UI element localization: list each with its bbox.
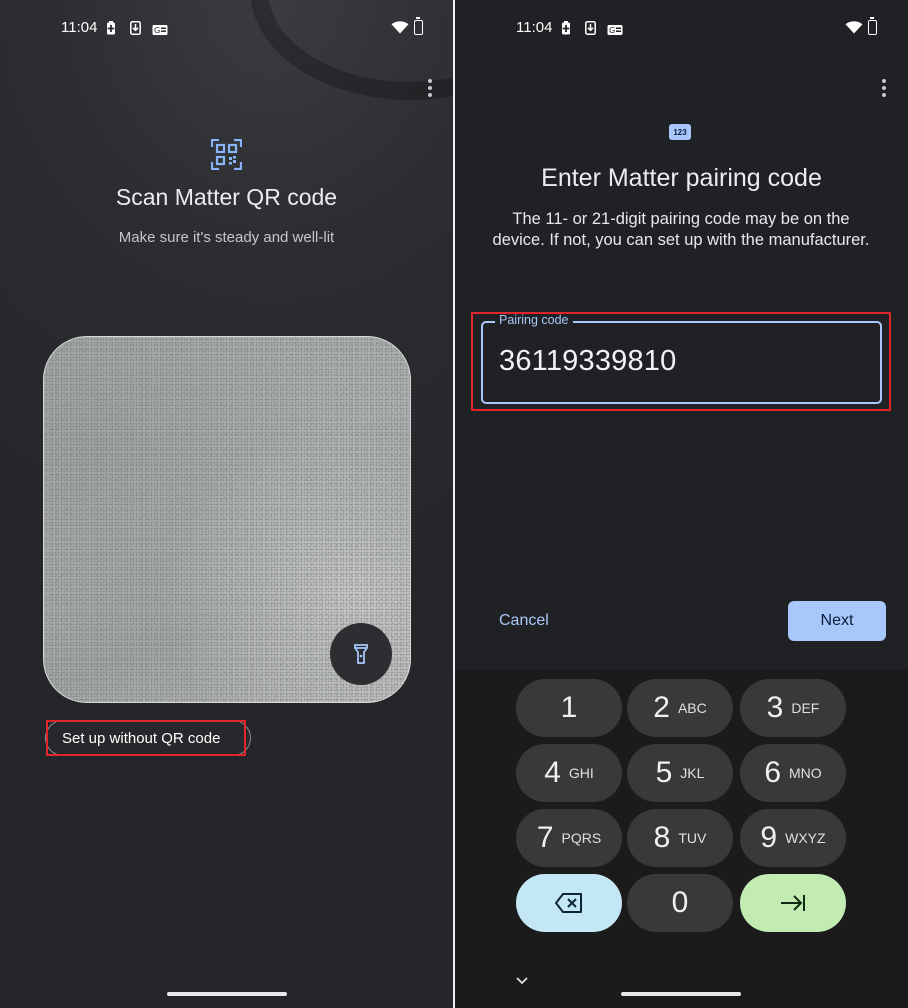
wifi-icon [845, 21, 863, 34]
key-5[interactable]: 5 JKL [627, 744, 733, 802]
pairing-code-field[interactable]: Pairing code 36119339810 [481, 313, 882, 404]
page-subtitle: Make sure it's steady and well-lit [118, 229, 335, 246]
more-options-button[interactable] [427, 79, 433, 99]
page-description: The 11- or 21-digit pairing code may be … [492, 210, 870, 249]
battery-icon [868, 17, 877, 35]
background-shape [250, 0, 453, 100]
news-icon: G [607, 25, 623, 35]
backspace-key[interactable] [516, 874, 622, 932]
news-icon: G [152, 25, 168, 35]
home-indicator[interactable] [621, 992, 741, 996]
status-bar: 11:04 G [455, 17, 908, 40]
key-3[interactable]: 3 DEF [740, 679, 846, 737]
battery-saver-icon [107, 21, 115, 35]
key-2[interactable]: 2 ABC [627, 679, 733, 737]
page-title: Scan Matter QR code [115, 184, 338, 210]
home-indicator[interactable] [167, 992, 287, 996]
backspace-icon [555, 893, 582, 913]
wifi-icon [391, 21, 409, 34]
svg-text:G: G [154, 26, 160, 35]
key-9[interactable]: 9 WXYZ [740, 809, 846, 867]
key-1[interactable]: 1 [516, 679, 622, 737]
pairing-code-screen: 11:04 G 123 Enter Matter pairing code Th… [455, 0, 908, 1008]
key-4[interactable]: 4 GHI [516, 744, 622, 802]
numeric-keyboard: 1 2 ABC 3 DEF 4 GHI 5 JKL 6 MNO 7 PQRS 8 TUV 9W… [455, 670, 908, 1008]
status-time: 11:04 [61, 19, 98, 36]
camera-viewfinder [43, 336, 411, 703]
status-time: 11:04 [516, 19, 553, 36]
setup-without-qr-button[interactable]: Set up without QR code [45, 720, 251, 756]
key-7[interactable]: 7 PQRS [516, 809, 622, 867]
battery-icon [414, 17, 423, 35]
svg-text:G: G [609, 26, 615, 35]
qr-scan-screen: 11:04 G Scan Matter QR code Make sure it… [0, 0, 453, 1008]
key-8[interactable]: 8 TUV [627, 809, 733, 867]
flashlight-icon [354, 644, 368, 664]
numeric-badge-icon: 123 [669, 124, 691, 140]
tab-next-icon [781, 895, 805, 911]
more-options-button[interactable] [881, 79, 887, 99]
enter-key[interactable] [740, 874, 846, 932]
download-icon [585, 21, 596, 35]
flashlight-button[interactable] [330, 623, 392, 685]
qr-code-scan-icon [211, 139, 242, 170]
next-button[interactable]: Next [788, 601, 886, 641]
page-title: Enter Matter pairing code [541, 164, 822, 192]
cancel-button[interactable]: Cancel [499, 612, 549, 630]
status-bar: 11:04 G [0, 17, 453, 40]
battery-saver-icon [562, 21, 570, 35]
key-6[interactable]: 6 MNO [740, 744, 846, 802]
download-icon [130, 21, 141, 35]
chevron-down-icon[interactable] [515, 976, 529, 985]
key-0[interactable]: 0 [627, 874, 733, 932]
